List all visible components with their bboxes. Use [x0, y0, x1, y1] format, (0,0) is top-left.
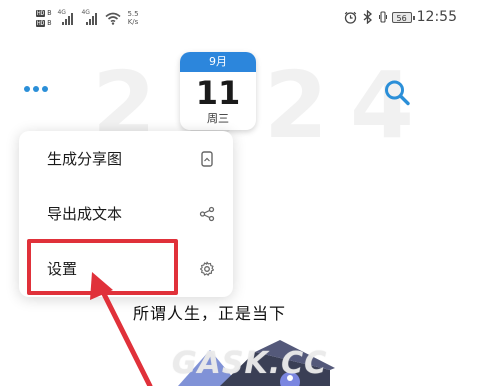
search-icon[interactable]	[382, 78, 412, 108]
battery-icon: 56	[391, 11, 415, 23]
clock: 12:55	[416, 9, 457, 25]
more-dot-icon	[33, 86, 39, 92]
menu-item-export-text[interactable]: 导出成文本	[19, 188, 233, 240]
wifi-icon	[105, 12, 121, 25]
menu-item-label: 生成分享图	[47, 150, 123, 168]
share-icon	[199, 206, 215, 222]
status-bar: HD B HD B 4G 4G 5.5 K/s 56 12:55	[0, 0, 497, 34]
network-speed: 5.5 K/s	[127, 10, 139, 26]
bluetooth-icon	[363, 10, 372, 24]
share-image-icon	[201, 151, 213, 167]
site-watermark: GASK.CC	[172, 346, 328, 381]
quote-text: 所谓人生，正是当下	[133, 304, 287, 323]
status-bar-left: HD B HD B 4G 4G 5.5 K/s	[36, 6, 139, 30]
highlight-box	[27, 239, 178, 295]
more-dot-icon	[42, 86, 48, 92]
signal-2-icon: 4G	[81, 9, 99, 25]
vibrate-icon	[378, 11, 387, 23]
calendar-weekday: 周三	[207, 112, 229, 125]
more-dot-icon	[24, 86, 30, 92]
calendar-day: 11	[195, 74, 241, 112]
alarm-icon	[344, 11, 356, 24]
menu-item-label: 导出成文本	[47, 205, 123, 223]
date-badge[interactable]: 9月 11 周三	[180, 52, 256, 130]
signal-1-icon: 4G	[57, 9, 75, 25]
sim1-indicator: HD B	[36, 9, 52, 17]
sim-indicators: HD B HD B	[36, 9, 51, 27]
more-options-button[interactable]	[24, 86, 48, 92]
sim2-indicator: HD B	[36, 19, 52, 27]
menu-item-share-image[interactable]: 生成分享图	[19, 133, 233, 185]
calendar-month: 9月	[180, 52, 256, 72]
status-bar-right: 56 12:55	[344, 9, 457, 25]
gear-icon	[199, 261, 215, 276]
